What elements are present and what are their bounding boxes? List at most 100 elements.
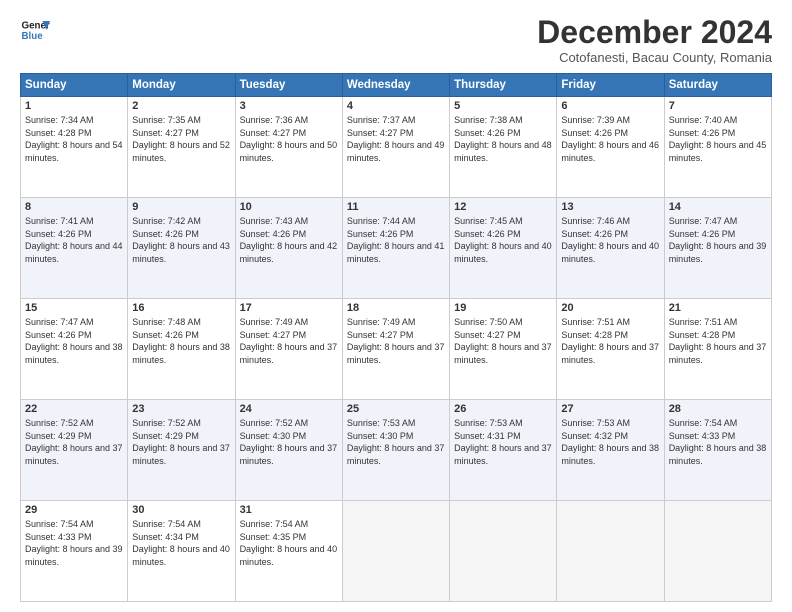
day-info: Sunrise: 7:38 AMSunset: 4:26 PMDaylight:… [454,114,552,164]
day-cell-20: 20 Sunrise: 7:51 AMSunset: 4:28 PMDayligh… [557,299,664,400]
day-cell-1: 1 Sunrise: 7:34 AMSunset: 4:28 PMDaylight… [21,97,128,198]
day-cell-2: 2Sunrise: 7:35 AMSunset: 4:27 PMDaylight… [128,97,235,198]
day-number: 27 [561,403,659,415]
day-info: Sunrise: 7:53 AMSunset: 4:31 PMDaylight:… [454,417,552,467]
day-number: 7 [669,100,767,112]
day-number: 10 [240,201,338,213]
week-row-2: 8Sunrise: 7:41 AMSunset: 4:26 PMDaylight… [21,198,772,299]
header: General Blue December 2024 Cotofanesti, … [20,15,772,65]
day-number: 28 [669,403,767,415]
calendar-table: SundayMondayTuesdayWednesdayThursdayFrid… [20,73,772,602]
day-number: 9 [132,201,230,213]
subtitle: Cotofanesti, Bacau County, Romania [537,50,772,65]
day-number: 24 [240,403,338,415]
header-row: SundayMondayTuesdayWednesdayThursdayFrid… [21,74,772,97]
day-cell-13: 13Sunrise: 7:46 AMSunset: 4:26 PMDayligh… [557,198,664,299]
day-cell-27: 27 Sunrise: 7:53 AMSunset: 4:32 PMDayligh… [557,400,664,501]
day-number: 17 [240,302,338,314]
day-number: 19 [454,302,552,314]
day-cell-30: 30 Sunrise: 7:54 AMSunset: 4:34 PMDayligh… [128,501,235,602]
week-row-1: 1 Sunrise: 7:34 AMSunset: 4:28 PMDaylight… [21,97,772,198]
header-day-friday: Friday [557,74,664,97]
day-info: Sunrise: 7:39 AMSunset: 4:26 PMDaylight:… [561,114,659,164]
day-info: Sunrise: 7:54 AMSunset: 4:34 PMDaylight:… [132,518,230,568]
day-info: Sunrise: 7:53 AMSunset: 4:30 PMDaylight:… [347,417,445,467]
day-info: Sunrise: 7:47 AMSunset: 4:26 PMDaylight:… [25,316,123,366]
day-number: 31 [240,504,338,516]
day-info: Sunrise: 7:51 AMSunset: 4:28 PMDaylight:… [561,316,659,366]
empty-cell [450,501,557,602]
day-number: 30 [132,504,230,516]
day-number: 25 [347,403,445,415]
day-info: Sunrise: 7:45 AMSunset: 4:26 PMDaylight:… [454,215,552,265]
day-info: Sunrise: 7:52 AMSunset: 4:29 PMDaylight:… [132,417,230,467]
logo: General Blue [20,15,50,45]
header-day-thursday: Thursday [450,74,557,97]
header-day-sunday: Sunday [21,74,128,97]
day-cell-21: 21Sunrise: 7:51 AMSunset: 4:28 PMDayligh… [664,299,771,400]
day-info: Sunrise: 7:52 AMSunset: 4:29 PMDaylight:… [25,417,123,467]
week-row-5: 29 Sunrise: 7:54 AMSunset: 4:33 PMDayligh… [21,501,772,602]
day-number: 1 [25,100,123,112]
day-cell-8: 8Sunrise: 7:41 AMSunset: 4:26 PMDaylight… [21,198,128,299]
day-cell-4: 4 Sunrise: 7:37 AMSunset: 4:27 PMDaylight… [342,97,449,198]
day-number: 20 [561,302,659,314]
day-cell-22: 22 Sunrise: 7:52 AMSunset: 4:29 PMDayligh… [21,400,128,501]
day-info: Sunrise: 7:49 AMSunset: 4:27 PMDaylight:… [347,316,445,366]
page: General Blue December 2024 Cotofanesti, … [0,0,792,612]
day-cell-31: 31 Sunrise: 7:54 AMSunset: 4:35 PMDayligh… [235,501,342,602]
day-cell-25: 25 Sunrise: 7:53 AMSunset: 4:30 PMDayligh… [342,400,449,501]
empty-cell [342,501,449,602]
day-cell-9: 9 Sunrise: 7:42 AMSunset: 4:26 PMDaylight… [128,198,235,299]
day-cell-19: 19 Sunrise: 7:50 AMSunset: 4:27 PMDayligh… [450,299,557,400]
month-title: December 2024 [537,15,772,50]
day-cell-5: 5 Sunrise: 7:38 AMSunset: 4:26 PMDaylight… [450,97,557,198]
empty-cell [664,501,771,602]
day-cell-24: 24 Sunrise: 7:52 AMSunset: 4:30 PMDayligh… [235,400,342,501]
day-cell-29: 29 Sunrise: 7:54 AMSunset: 4:33 PMDayligh… [21,501,128,602]
week-row-3: 15Sunrise: 7:47 AMSunset: 4:26 PMDayligh… [21,299,772,400]
day-info: Sunrise: 7:52 AMSunset: 4:30 PMDaylight:… [240,417,338,467]
day-number: 22 [25,403,123,415]
day-info: Sunrise: 7:47 AMSunset: 4:26 PMDaylight:… [669,215,767,265]
day-info: Sunrise: 7:34 AMSunset: 4:28 PMDaylight:… [25,114,123,164]
day-info: Sunrise: 7:37 AMSunset: 4:27 PMDaylight:… [347,114,445,164]
day-info: Sunrise: 7:53 AMSunset: 4:32 PMDaylight:… [561,417,659,467]
day-cell-26: 26Sunrise: 7:53 AMSunset: 4:31 PMDayligh… [450,400,557,501]
day-number: 4 [347,100,445,112]
header-day-tuesday: Tuesday [235,74,342,97]
day-cell-6: 6 Sunrise: 7:39 AMSunset: 4:26 PMDaylight… [557,97,664,198]
day-info: Sunrise: 7:49 AMSunset: 4:27 PMDaylight:… [240,316,338,366]
day-info: Sunrise: 7:54 AMSunset: 4:35 PMDaylight:… [240,518,338,568]
day-info: Sunrise: 7:44 AMSunset: 4:26 PMDaylight:… [347,215,445,265]
day-number: 5 [454,100,552,112]
day-number: 8 [25,201,123,213]
header-day-saturday: Saturday [664,74,771,97]
day-number: 23 [132,403,230,415]
general-blue-logo-icon: General Blue [20,15,50,45]
header-day-monday: Monday [128,74,235,97]
day-number: 18 [347,302,445,314]
day-cell-15: 15Sunrise: 7:47 AMSunset: 4:26 PMDayligh… [21,299,128,400]
day-info: Sunrise: 7:36 AMSunset: 4:27 PMDaylight:… [240,114,338,164]
day-cell-14: 14Sunrise: 7:47 AMSunset: 4:26 PMDayligh… [664,198,771,299]
day-cell-12: 12 Sunrise: 7:45 AMSunset: 4:26 PMDayligh… [450,198,557,299]
day-cell-3: 3 Sunrise: 7:36 AMSunset: 4:27 PMDaylight… [235,97,342,198]
svg-text:Blue: Blue [22,31,44,42]
day-info: Sunrise: 7:46 AMSunset: 4:26 PMDaylight:… [561,215,659,265]
day-info: Sunrise: 7:48 AMSunset: 4:26 PMDaylight:… [132,316,230,366]
day-number: 6 [561,100,659,112]
day-cell-28: 28Sunrise: 7:54 AMSunset: 4:33 PMDayligh… [664,400,771,501]
day-info: Sunrise: 7:40 AMSunset: 4:26 PMDaylight:… [669,114,767,164]
day-number: 12 [454,201,552,213]
day-number: 11 [347,201,445,213]
day-number: 29 [25,504,123,516]
day-cell-17: 17 Sunrise: 7:49 AMSunset: 4:27 PMDayligh… [235,299,342,400]
day-info: Sunrise: 7:50 AMSunset: 4:27 PMDaylight:… [454,316,552,366]
day-info: Sunrise: 7:42 AMSunset: 4:26 PMDaylight:… [132,215,230,265]
day-info: Sunrise: 7:54 AMSunset: 4:33 PMDaylight:… [25,518,123,568]
day-info: Sunrise: 7:35 AMSunset: 4:27 PMDaylight:… [132,114,230,164]
day-cell-10: 10Sunrise: 7:43 AMSunset: 4:26 PMDayligh… [235,198,342,299]
day-number: 3 [240,100,338,112]
day-cell-18: 18 Sunrise: 7:49 AMSunset: 4:27 PMDayligh… [342,299,449,400]
